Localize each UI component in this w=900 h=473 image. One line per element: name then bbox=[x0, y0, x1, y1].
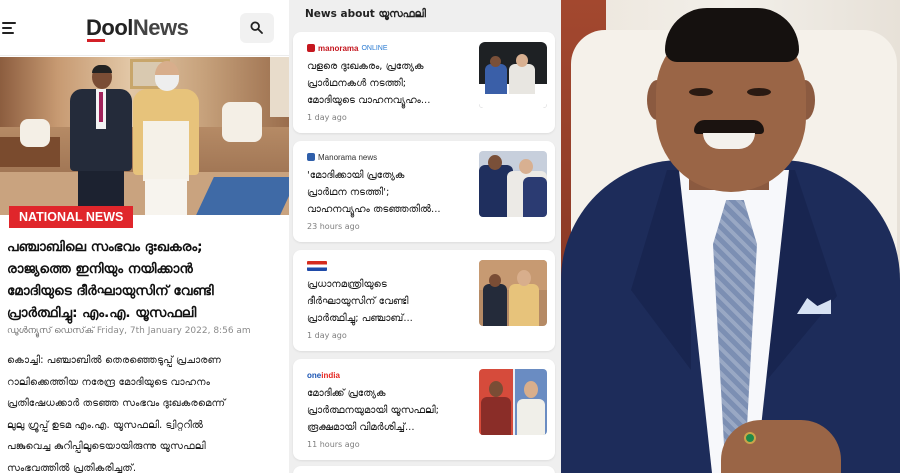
news-card[interactable]: oneindia മോദിക്ക് പ്രത്യേക പ്രാർത്ഥനയുമാ… bbox=[293, 359, 555, 460]
news-card[interactable]: Manorama news 'മോദിക്കായി പ്രത്യേക പ്രാർ… bbox=[293, 141, 555, 242]
manorama-news-icon bbox=[307, 153, 315, 161]
portrait-photo bbox=[561, 0, 900, 473]
oneindia-logo-part1: one bbox=[307, 370, 322, 380]
category-tag[interactable]: NATIONAL NEWS bbox=[9, 206, 134, 228]
search-icon bbox=[250, 21, 263, 34]
hero-person-left bbox=[70, 65, 132, 215]
news-card-thumbnail bbox=[479, 42, 547, 108]
article-date: Friday, 7th January 2022, 8:56 am bbox=[96, 326, 251, 336]
brand-logo-part2: News bbox=[132, 15, 189, 40]
news-source-name: manorama bbox=[318, 43, 359, 53]
news-source: manorama ONLINE bbox=[307, 42, 388, 54]
hero-person-right bbox=[133, 61, 199, 215]
news-card-time: 1 day ago bbox=[307, 113, 347, 122]
news-card-time: 11 hours ago bbox=[307, 440, 360, 449]
news-source: oneindia bbox=[307, 369, 340, 381]
related-news-title: News about യൂസഫലി bbox=[305, 8, 426, 20]
article-byline: ഡൂള്‍ന്യൂസ് ഡെസ്‌ക് Friday, 7th January … bbox=[7, 326, 289, 336]
news-source-name: oneindia bbox=[307, 371, 340, 380]
related-news-panel: News about യൂസഫലി manorama ONLINE വളരെ ദു… bbox=[289, 0, 561, 473]
oneindia-logo-part2: india bbox=[321, 370, 340, 380]
news-card-title: മോദിക്ക് പ്രത്യേക പ്രാർത്ഥനയുമായി യൂസഫലി… bbox=[307, 388, 440, 433]
article-headline: പഞ്ചാബിലെ സംഭവം ദുഃഖകരം; രാജ്യത്തെ ഇനിയു… bbox=[7, 239, 214, 321]
news-source bbox=[307, 260, 330, 272]
article-panel: DoolNews NATIONAL NEWS പഞ്ചാബിലെ സംഭവം ദ… bbox=[0, 0, 289, 473]
news-card-thumbnail bbox=[479, 151, 547, 217]
brand-logo[interactable]: DoolNews bbox=[86, 15, 189, 41]
news-card-title: പ്രധാനമന്ത്രിയുടെ ദീർഘായുസിന് വേണ്ടി പ്ര… bbox=[307, 279, 413, 324]
brand-logo-part1: Dool bbox=[86, 15, 133, 40]
manorama-icon bbox=[307, 44, 315, 52]
news-card-thumbnail bbox=[479, 260, 547, 326]
app-header: DoolNews bbox=[0, 0, 289, 56]
news-card-thumbnail bbox=[479, 369, 547, 435]
news-card-time: 23 hours ago bbox=[307, 222, 360, 231]
news-source: Manorama news bbox=[307, 151, 377, 163]
ring-icon bbox=[744, 432, 756, 444]
news-source-name: Manorama news bbox=[318, 152, 378, 162]
portrait-hand bbox=[721, 420, 841, 473]
news-card[interactable]: manorama ONLINE വളരെ ദുഃഖകരം, പ്രത്യേക പ്… bbox=[293, 32, 555, 133]
news-card-title: 'മോദിക്കായി പ്രത്യേക പ്രാർഥന നടത്തി'; വാ… bbox=[307, 170, 441, 215]
article-author[interactable]: ഡൂള്‍ന്യൂസ് ഡെസ്‌ക് bbox=[7, 326, 94, 336]
search-button[interactable] bbox=[240, 13, 274, 43]
menu-icon[interactable] bbox=[2, 22, 16, 34]
news-card-partial[interactable] bbox=[293, 466, 555, 473]
news-card[interactable]: പ്രധാനമന്ത്രിയുടെ ദീർഘായുസിന് വേണ്ടി പ്ര… bbox=[293, 250, 555, 351]
brand-underline bbox=[87, 39, 105, 42]
article-body: കൊച്ചി: പഞ്ചാബിൽ തെരഞ്ഞെടുപ്പ് പ്രചാരണ റ… bbox=[7, 355, 226, 473]
news-card-title: വളരെ ദുഃഖകരം, പ്രത്യേക പ്രാർഥനകൾ നടത്തി;… bbox=[307, 61, 431, 106]
hero-image[interactable] bbox=[0, 57, 289, 215]
news-card-time: 1 day ago bbox=[307, 331, 347, 340]
flag-icon bbox=[307, 261, 327, 271]
news-source-suffix: ONLINE bbox=[361, 44, 388, 52]
